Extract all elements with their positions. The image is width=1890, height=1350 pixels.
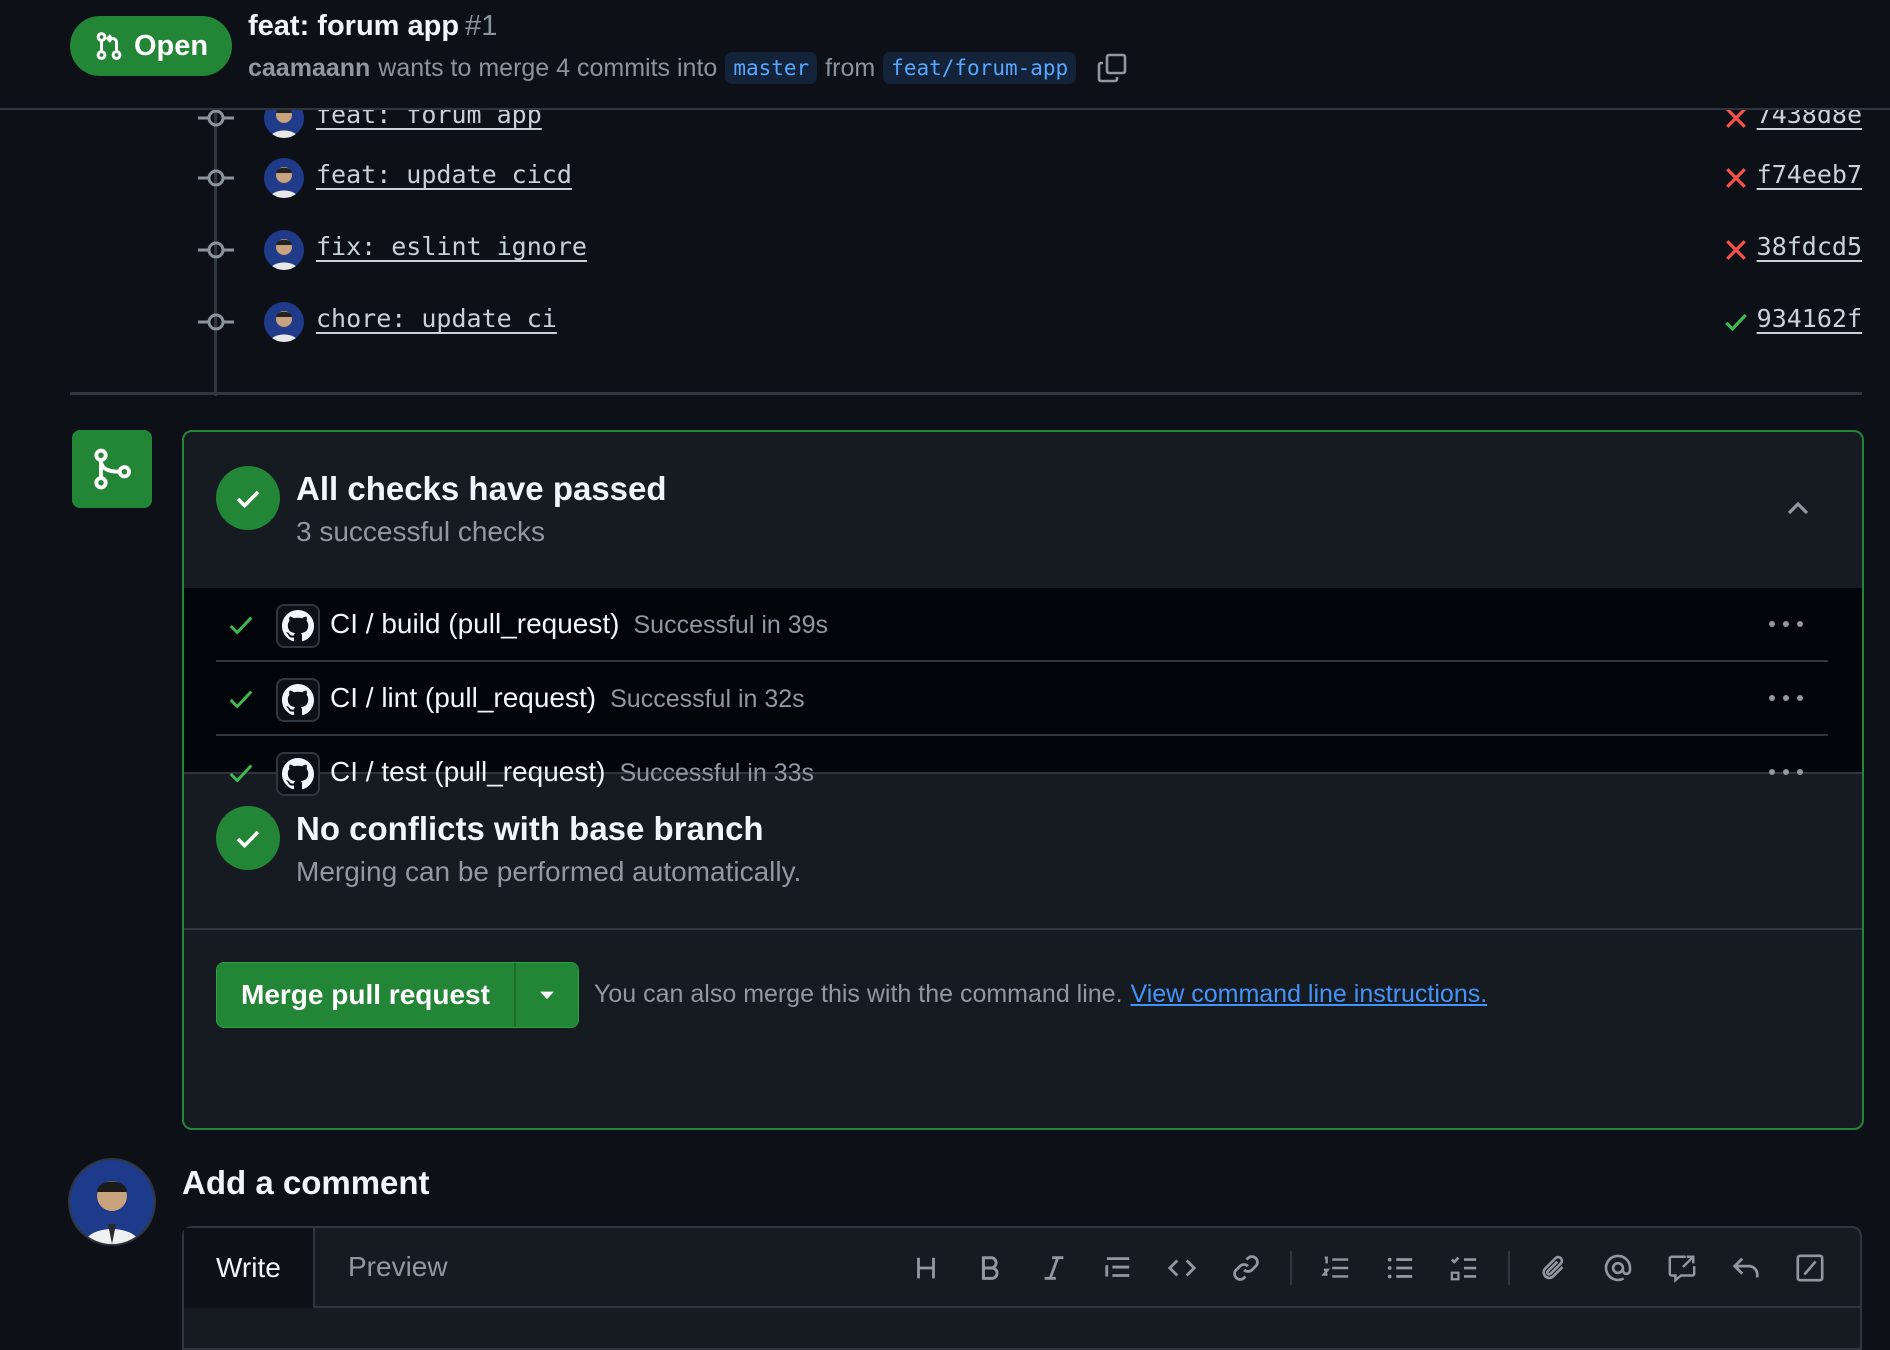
merge-pull-request-button[interactable]: Merge pull request bbox=[217, 963, 516, 1027]
conflicts-status: No conflicts with base branch Merging ca… bbox=[184, 774, 1862, 930]
commit-author-avatar[interactable] bbox=[264, 302, 304, 342]
copy-icon[interactable] bbox=[1096, 52, 1128, 84]
commit-row: chore: update ci 934162f bbox=[0, 296, 1890, 348]
check-name-text: CI / build (pull_request) bbox=[330, 608, 620, 639]
pr-title: feat: forum app #1 bbox=[248, 10, 497, 43]
commit-node-icon bbox=[198, 169, 234, 187]
commit-row: fix: eslint ignore 38fdcd5 bbox=[0, 224, 1890, 276]
pr-number: #1 bbox=[465, 10, 498, 42]
conflicts-status-circle bbox=[216, 806, 280, 870]
editor-tabs: Write Preview bbox=[184, 1228, 1860, 1308]
pr-state-badge: Open bbox=[70, 16, 232, 76]
checks-title: All checks have passed bbox=[296, 470, 667, 507]
checks-list: CI / build (pull_request) Successful in 3… bbox=[184, 588, 1862, 796]
conflicts-subtitle: Merging can be performed automatically. bbox=[296, 856, 802, 887]
base-branch-chip[interactable]: master bbox=[725, 52, 818, 84]
checks-subtitle: 3 successful checks bbox=[296, 516, 545, 547]
ordered-list-icon[interactable] bbox=[1304, 1246, 1368, 1290]
commit-node-icon bbox=[198, 109, 234, 127]
commit-node-icon bbox=[198, 241, 234, 259]
italic-icon[interactable] bbox=[1022, 1246, 1086, 1290]
github-logo-icon bbox=[276, 678, 320, 722]
kebab-horizontal-icon[interactable] bbox=[1766, 688, 1806, 708]
timeline-divider bbox=[70, 392, 1862, 395]
task-list-icon[interactable] bbox=[1432, 1246, 1496, 1290]
commit-sha-link[interactable]: 38fdcd5 bbox=[1757, 232, 1862, 261]
code-icon[interactable] bbox=[1150, 1246, 1214, 1290]
check-duration: Successful in 39s bbox=[633, 611, 829, 639]
reference-icon[interactable] bbox=[1650, 1246, 1714, 1290]
github-logo-icon bbox=[276, 604, 320, 648]
commit-message-link[interactable]: chore: update ci bbox=[316, 304, 557, 333]
comment-editor: Write Preview bbox=[182, 1226, 1862, 1350]
check-name-text: CI / lint (pull_request) bbox=[330, 682, 597, 713]
commit-timeline: feat: forum app 7438d8e feat: update cic… bbox=[0, 80, 1890, 396]
command-line-instructions-link[interactable]: View command line instructions. bbox=[1131, 980, 1488, 1008]
tab-preview[interactable]: Preview bbox=[316, 1228, 480, 1306]
merge-hint: You can also merge this with the command… bbox=[594, 980, 1487, 1009]
bold-icon[interactable] bbox=[958, 1246, 1022, 1290]
unordered-list-icon[interactable] bbox=[1368, 1246, 1432, 1290]
check-name: CI / lint (pull_request) Successful in 32… bbox=[330, 682, 805, 714]
conflicts-title: No conflicts with base branch bbox=[296, 810, 764, 847]
merge-button-group: Merge pull request bbox=[216, 962, 579, 1028]
pr-title-text: feat: forum app bbox=[248, 10, 460, 42]
reply-icon[interactable] bbox=[1714, 1246, 1778, 1290]
commit-message-link[interactable]: fix: eslint ignore bbox=[316, 232, 587, 261]
pr-merge-text: wants to merge 4 commits into bbox=[378, 53, 718, 82]
commit-node-icon bbox=[198, 313, 234, 331]
commit-row: feat: update cicd f74eeb7 bbox=[0, 152, 1890, 204]
check-item[interactable]: CI / build (pull_request) Successful in 3… bbox=[216, 588, 1828, 662]
triangle-down-icon bbox=[540, 991, 554, 1000]
current-user-avatar[interactable] bbox=[68, 1158, 156, 1246]
merge-box: All checks have passed 3 successful chec… bbox=[182, 430, 1864, 1130]
check-duration: Successful in 32s bbox=[610, 685, 805, 713]
check-icon bbox=[229, 690, 253, 709]
toolbar-divider bbox=[1508, 1251, 1510, 1285]
checks-summary[interactable]: All checks have passed 3 successful chec… bbox=[184, 432, 1862, 590]
pr-from-text: from bbox=[825, 53, 876, 82]
pr-sticky-header: Open feat: forum app #1 caamaann wants to… bbox=[0, 0, 1890, 110]
chevron-up-icon[interactable] bbox=[1782, 492, 1814, 524]
mention-icon[interactable] bbox=[1586, 1246, 1650, 1290]
tab-write[interactable]: Write bbox=[184, 1228, 315, 1308]
pr-state-label: Open bbox=[133, 29, 209, 62]
commit-author-avatar[interactable] bbox=[264, 158, 304, 198]
merge-hint-text: You can also merge this with the command… bbox=[594, 980, 1123, 1008]
check-icon bbox=[236, 830, 260, 849]
merge-action: Merge pull request You can also merge th… bbox=[184, 930, 1862, 1128]
kebab-horizontal-icon[interactable] bbox=[1766, 614, 1806, 634]
pr-author-link[interactable]: caamaann bbox=[248, 54, 370, 83]
x-icon[interactable] bbox=[1722, 236, 1750, 264]
pull-request-icon bbox=[96, 32, 122, 60]
commit-sha-link[interactable]: 934162f bbox=[1757, 304, 1862, 333]
add-comment-title: Add a comment bbox=[182, 1164, 430, 1201]
git-merge-icon bbox=[94, 448, 131, 490]
check-icon bbox=[229, 616, 253, 635]
attach-icon[interactable] bbox=[1522, 1246, 1586, 1290]
commit-author-avatar[interactable] bbox=[264, 230, 304, 270]
x-icon[interactable] bbox=[1722, 164, 1750, 192]
slash-command-icon[interactable] bbox=[1778, 1246, 1842, 1290]
link-icon[interactable] bbox=[1214, 1246, 1278, 1290]
heading-icon[interactable] bbox=[894, 1246, 958, 1290]
merge-status-icon-box bbox=[72, 430, 152, 508]
check-name: CI / build (pull_request) Successful in 3… bbox=[330, 608, 828, 640]
markdown-toolbar bbox=[894, 1246, 1842, 1290]
check-item[interactable]: CI / lint (pull_request) Successful in 32… bbox=[216, 662, 1828, 736]
pr-meta: caamaann wants to merge 4 commits into m… bbox=[248, 50, 1128, 86]
toolbar-divider bbox=[1290, 1251, 1292, 1285]
check-icon[interactable] bbox=[1722, 308, 1750, 336]
commit-sha-link[interactable]: f74eeb7 bbox=[1757, 160, 1862, 189]
quote-icon[interactable] bbox=[1086, 1246, 1150, 1290]
head-branch-chip[interactable]: feat/forum-app bbox=[883, 52, 1077, 84]
checks-status-circle bbox=[216, 466, 280, 530]
check-icon bbox=[236, 490, 260, 509]
commit-message-link[interactable]: feat: update cicd bbox=[316, 160, 572, 189]
merge-method-dropdown[interactable] bbox=[515, 963, 578, 1027]
